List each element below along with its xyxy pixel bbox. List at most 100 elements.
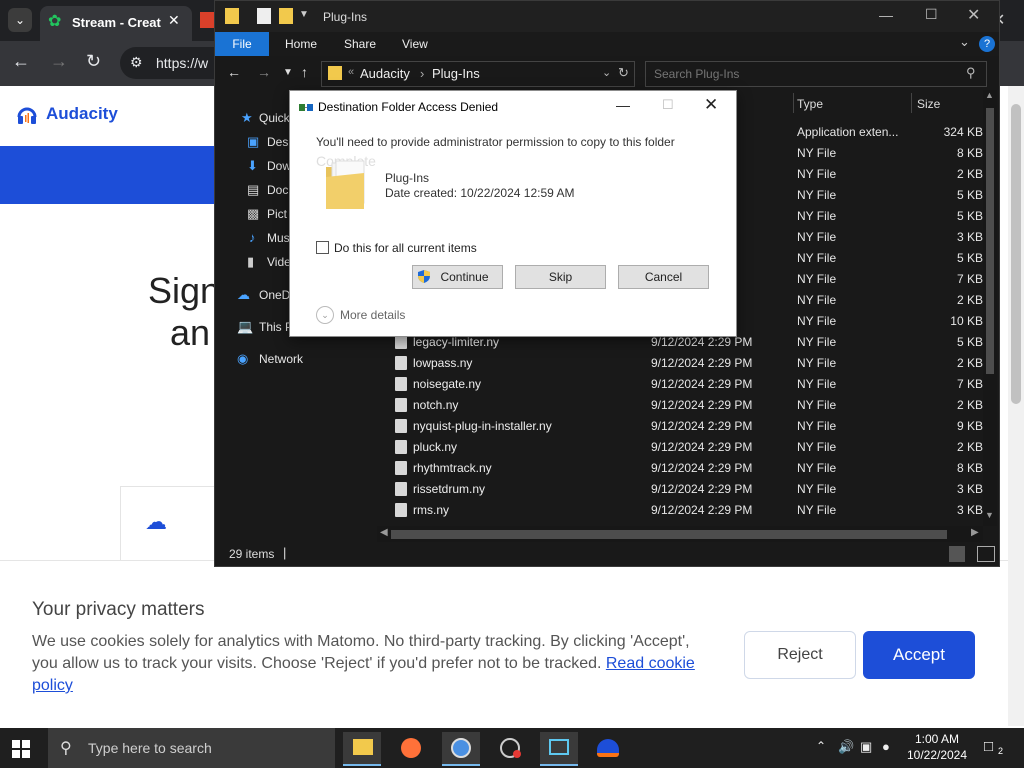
file-row[interactable]: nyquist-plug-in-installer.ny 9/12/2024 2:… bbox=[393, 416, 983, 437]
dialog-folder-date: Date created: 10/22/2024 12:59 AM bbox=[385, 186, 575, 200]
accept-button[interactable]: Accept bbox=[863, 631, 975, 679]
file-row[interactable]: rms.ny 9/12/2024 2:29 PM NY File 3 KB bbox=[393, 500, 983, 521]
ribbon-tabs: File Home Share View ⌄ ? bbox=[215, 32, 999, 56]
ribbon-tab-view[interactable]: View bbox=[402, 37, 428, 51]
up-arrow-icon[interactable]: ↑ bbox=[301, 64, 308, 80]
file-row[interactable]: rhythmtrack.ny 9/12/2024 2:29 PM NY File 8 … bbox=[393, 458, 983, 479]
skip-button[interactable]: Skip bbox=[515, 265, 606, 289]
minimize-icon[interactable]: — bbox=[879, 7, 893, 23]
explorer-back-icon[interactable]: ← bbox=[227, 64, 241, 80]
file-name: noisegate.ny bbox=[413, 377, 482, 391]
vscroll-thumb[interactable] bbox=[986, 108, 994, 374]
audacity-icon bbox=[597, 739, 619, 757]
nav-label: Dow bbox=[267, 159, 292, 173]
scroll-down-icon[interactable]: ▼ bbox=[985, 510, 994, 520]
reload-icon[interactable]: ↻ bbox=[86, 51, 101, 72]
file-list-vscrollbar[interactable]: ▲ ▼ bbox=[983, 90, 997, 526]
site-info-icon[interactable]: ⚙ bbox=[130, 54, 143, 71]
address-dropdown-icon[interactable]: ⌄ bbox=[602, 66, 611, 79]
video-editor-taskbar-icon[interactable] bbox=[540, 732, 578, 766]
recent-locations-icon[interactable]: ▼ bbox=[283, 67, 293, 78]
browser-tab-next[interactable] bbox=[200, 12, 214, 28]
file-name: nyquist-plug-in-installer.ny bbox=[413, 419, 552, 433]
back-arrow-icon[interactable]: ← bbox=[12, 51, 30, 72]
address-overflow-icon[interactable]: « bbox=[348, 66, 354, 78]
ribbon-tab-home[interactable]: Home bbox=[285, 37, 317, 51]
file-list-hscrollbar[interactable]: ◀ ▶ bbox=[377, 526, 983, 542]
chevron-down-icon[interactable]: ⌄ bbox=[316, 306, 334, 324]
file-row[interactable]: notch.ny 9/12/2024 2:29 PM NY File 2 KB bbox=[393, 395, 983, 416]
network-status-icon[interactable]: ▣ bbox=[860, 739, 872, 755]
expand-ribbon-icon[interactable]: ⌄ bbox=[959, 34, 970, 50]
file-row[interactable]: noisegate.ny 9/12/2024 2:29 PM NY File 7 KB bbox=[393, 374, 983, 395]
audacity-taskbar-icon[interactable] bbox=[589, 732, 627, 764]
page-scrollbar[interactable] bbox=[1008, 86, 1024, 726]
dialog-minimize-icon[interactable]: — bbox=[616, 97, 630, 113]
browser-tab-active[interactable]: ✿ Stream - Creat ✕ bbox=[40, 6, 192, 41]
notification-count: 2 bbox=[998, 746, 1004, 756]
explorer-address-box[interactable]: « Audacity › Plug-Ins ⌄ ↻ bbox=[321, 61, 635, 87]
taskbar: ⚲ Type here to search ⌃ 🔊 ▣ ● 1:00 AM 10… bbox=[0, 728, 1024, 768]
forward-arrow-icon[interactable]: → bbox=[50, 51, 68, 72]
page-scrollbar-thumb[interactable] bbox=[1011, 104, 1021, 404]
ribbon-tab-file[interactable]: File bbox=[215, 32, 269, 56]
file-row[interactable]: rissetdrum.ny 9/12/2024 2:29 PM NY File 3 K… bbox=[393, 479, 983, 500]
large-icons-view-icon[interactable] bbox=[977, 546, 995, 562]
help-icon[interactable]: ? bbox=[979, 36, 995, 52]
clock-date[interactable]: 10/22/2024 bbox=[898, 748, 976, 762]
file-explorer-taskbar-icon[interactable] bbox=[343, 732, 381, 766]
site-name[interactable]: Audacity bbox=[46, 104, 118, 124]
dialog-close-icon[interactable]: ✕ bbox=[704, 95, 718, 115]
scroll-right-icon[interactable]: ▶ bbox=[971, 527, 979, 538]
maximize-icon[interactable]: ☐ bbox=[925, 6, 938, 23]
column-divider[interactable] bbox=[793, 93, 794, 113]
customize-toolbar-icon[interactable]: ▼ bbox=[299, 9, 309, 20]
show-hidden-icons-icon[interactable]: ⌃ bbox=[816, 739, 826, 753]
search-icon[interactable]: ⚲ bbox=[966, 65, 976, 81]
tab-search-button[interactable]: ⌄ bbox=[8, 8, 32, 32]
nav-network[interactable]: ◉ Network bbox=[215, 347, 371, 371]
recorder-taskbar-icon[interactable] bbox=[491, 732, 529, 764]
taskbar-search-box[interactable]: ⚲ Type here to search bbox=[48, 728, 335, 768]
tab-close-icon[interactable]: ✕ bbox=[168, 12, 180, 29]
breadcrumb-chevron-icon[interactable]: › bbox=[420, 66, 424, 81]
breadcrumb-plug-ins[interactable]: Plug-Ins bbox=[432, 66, 480, 81]
file-type: NY File bbox=[797, 356, 837, 370]
new-folder-icon[interactable] bbox=[279, 8, 293, 24]
clock-time[interactable]: 1:00 AM bbox=[902, 732, 972, 746]
file-type: NY File bbox=[797, 377, 837, 391]
notification-icon[interactable]: □ bbox=[984, 738, 993, 755]
explorer-search-input[interactable] bbox=[646, 62, 956, 86]
file-date: 9/12/2024 2:29 PM bbox=[651, 482, 753, 496]
volume-icon[interactable]: 🔊 bbox=[838, 739, 854, 755]
hscroll-thumb[interactable] bbox=[391, 530, 947, 539]
privacy-banner: Your privacy matters We use cookies sole… bbox=[0, 560, 1008, 727]
reject-button[interactable]: Reject bbox=[744, 631, 856, 679]
scroll-left-icon[interactable]: ◀ bbox=[380, 527, 388, 538]
more-details-link[interactable]: More details bbox=[340, 308, 405, 322]
column-divider[interactable] bbox=[911, 93, 912, 113]
details-view-icon[interactable] bbox=[949, 546, 965, 562]
nav-label: Doc bbox=[267, 183, 289, 197]
file-row[interactable]: pluck.ny 9/12/2024 2:29 PM NY File 2 KB bbox=[393, 437, 983, 458]
scroll-up-icon[interactable]: ▲ bbox=[985, 90, 994, 100]
apply-all-label[interactable]: Do this for all current items bbox=[334, 241, 477, 255]
microphone-icon[interactable]: ● bbox=[882, 739, 890, 754]
column-header-type[interactable]: Type bbox=[797, 97, 823, 111]
apply-all-checkbox[interactable] bbox=[316, 241, 329, 254]
explorer-close-icon[interactable]: ✕ bbox=[967, 5, 980, 25]
chrome-taskbar-icon[interactable] bbox=[442, 732, 480, 766]
file-type: NY File bbox=[797, 272, 837, 286]
firefox-taskbar-icon[interactable] bbox=[392, 732, 430, 764]
breadcrumb-audacity[interactable]: Audacity bbox=[360, 66, 410, 81]
cancel-button[interactable]: Cancel bbox=[618, 265, 709, 289]
ribbon-tab-share[interactable]: Share bbox=[344, 37, 376, 51]
explorer-forward-icon[interactable]: → bbox=[257, 64, 271, 80]
properties-icon[interactable] bbox=[257, 8, 271, 24]
continue-button[interactable]: Continue bbox=[412, 265, 503, 289]
windows-start-icon[interactable] bbox=[12, 740, 30, 758]
refresh-icon[interactable]: ↻ bbox=[618, 65, 629, 81]
column-header-size[interactable]: Size bbox=[917, 97, 940, 111]
file-icon bbox=[395, 482, 407, 496]
file-row[interactable]: lowpass.ny 9/12/2024 2:29 PM NY File 2 KB bbox=[393, 353, 983, 374]
